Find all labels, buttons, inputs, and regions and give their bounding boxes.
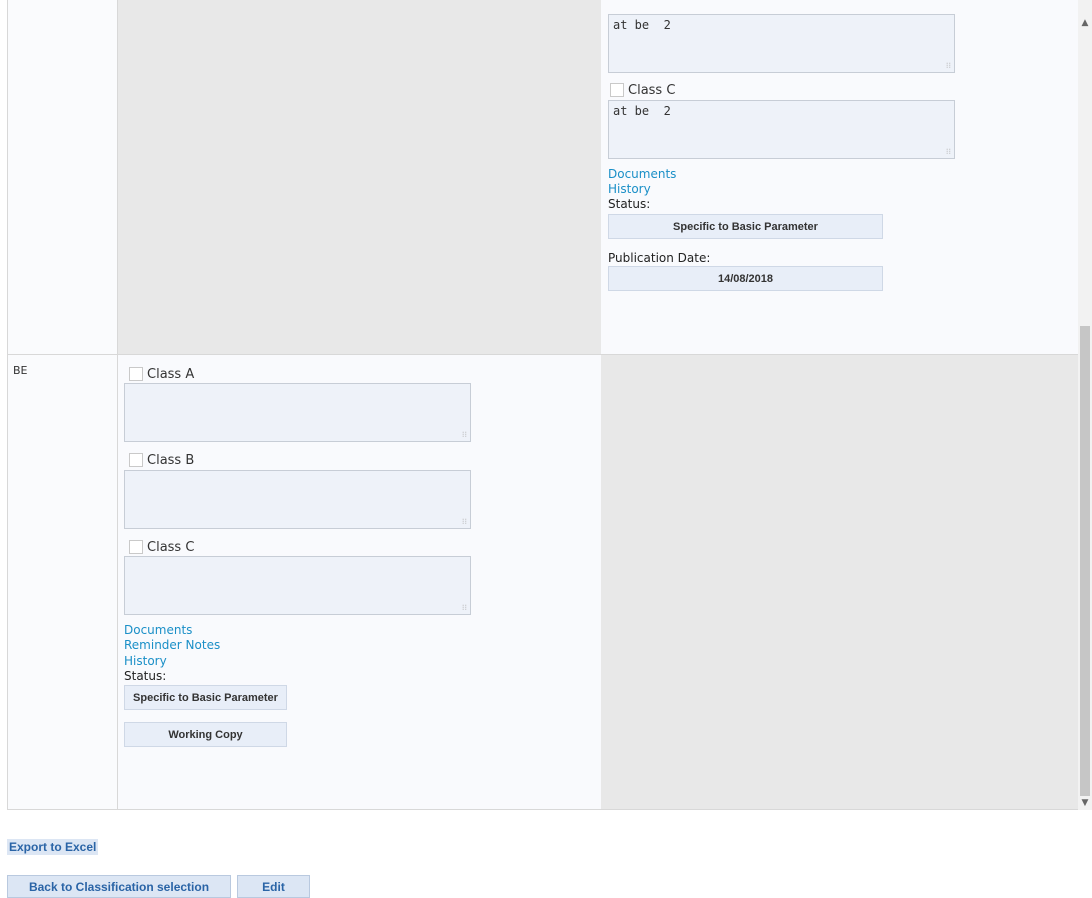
empty-cell (118, 0, 601, 354)
back-to-classification-button[interactable]: Back to Classification selection (7, 875, 231, 898)
resize-grip-icon[interactable]: ⁝⁝ (462, 518, 467, 526)
edit-button[interactable]: Edit (237, 875, 310, 898)
status-value: Specific to Basic Parameter (608, 214, 883, 239)
class-c-textarea[interactable]: at be 2 ⁝⁝ (608, 100, 955, 159)
country-code: BE (13, 364, 28, 377)
classification-grid: at be 2 ⁝⁝ Class C at be 2 ⁝⁝ Documents Hi… (7, 0, 1078, 810)
class-c-checkbox[interactable] (129, 540, 143, 554)
publication-date-label: Publication Date: (608, 251, 711, 265)
scroll-down-icon[interactable]: ▼ (1078, 796, 1092, 810)
classification-cell: at be 2 ⁝⁝ Class C at be 2 ⁝⁝ Documents Hi… (601, 0, 1078, 354)
class-c-row: Class C (610, 82, 675, 98)
class-a-label: Class A (147, 366, 195, 382)
working-copy-status: Working Copy (124, 722, 287, 747)
resize-grip-icon[interactable]: ⁝⁝ (462, 431, 467, 439)
class-b-label: Class B (147, 452, 195, 468)
class-b-checkbox[interactable] (129, 453, 143, 467)
export-to-excel-link[interactable]: Export to Excel (7, 839, 99, 855)
vertical-scrollbar[interactable]: ▲ ▼ (1078, 0, 1092, 810)
resize-grip-icon[interactable]: ⁝⁝ (946, 62, 951, 70)
class-c-row: Class C (129, 539, 194, 555)
resize-grip-icon[interactable]: ⁝⁝ (462, 604, 467, 612)
documents-link[interactable]: Documents (608, 167, 676, 181)
classification-cell: Class A ⁝⁝ Class B ⁝⁝ Class C ⁝⁝ Documen… (118, 355, 601, 809)
reminder-notes-link[interactable]: Reminder Notes (124, 638, 220, 652)
status-label: Status: (124, 669, 167, 683)
class-b-row: Class B (129, 452, 194, 468)
scrollbar-thumb[interactable] (1080, 326, 1090, 796)
publication-date-value: 14/08/2018 (608, 266, 883, 291)
grid-row-be: BE Class A ⁝⁝ Class B ⁝⁝ Class C ⁝⁝ Docu… (7, 354, 1078, 809)
resize-grip-icon[interactable]: ⁝⁝ (946, 148, 951, 156)
class-c-checkbox[interactable] (610, 83, 624, 97)
class-c-label: Class C (628, 82, 676, 98)
history-link[interactable]: History (124, 654, 167, 668)
empty-cell (601, 355, 1078, 809)
class-a-checkbox[interactable] (129, 367, 143, 381)
country-cell: BE (7, 355, 118, 809)
documents-link[interactable]: Documents (124, 623, 192, 637)
status-value: Specific to Basic Parameter (124, 685, 287, 710)
class-c-textarea[interactable]: ⁝⁝ (124, 556, 471, 615)
class-b-textarea[interactable]: ⁝⁝ (124, 470, 471, 529)
class-a-row: Class A (129, 366, 194, 382)
class-c-label: Class C (147, 539, 195, 555)
class-b-textarea[interactable]: at be 2 ⁝⁝ (608, 14, 955, 73)
grid-row-previous: at be 2 ⁝⁝ Class C at be 2 ⁝⁝ Documents Hi… (7, 0, 1078, 354)
history-link[interactable]: History (608, 182, 651, 196)
class-a-textarea[interactable]: ⁝⁝ (124, 383, 471, 442)
scroll-up-icon[interactable]: ▲ (1078, 16, 1092, 30)
status-label: Status: (608, 197, 651, 211)
country-cell (7, 0, 118, 354)
